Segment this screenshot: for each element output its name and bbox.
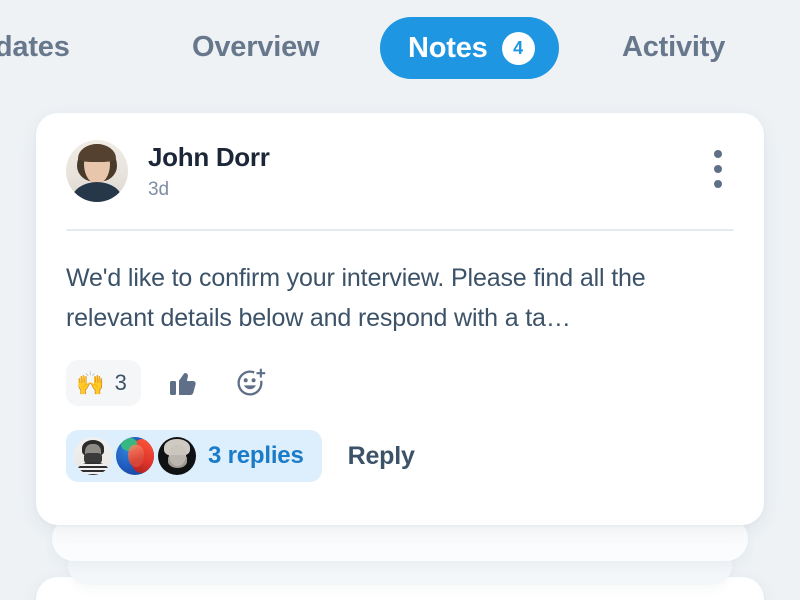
reply-button[interactable]: Reply — [348, 442, 415, 471]
avatar-shirt-shape — [77, 462, 109, 475]
tab-activity[interactable]: Activity — [622, 31, 725, 64]
raised-hands-emoji: 🙌 — [76, 369, 105, 396]
avatar-shirt-shape — [72, 182, 122, 202]
reaction-raised-hands[interactable]: 🙌 3 — [66, 360, 141, 406]
note-timestamp: 3d — [148, 178, 169, 200]
tab-overview[interactable]: Overview — [192, 31, 320, 64]
replies-row: 3 replies Reply — [36, 406, 764, 482]
author-block: John Dorr 3d — [148, 140, 270, 201]
add-reaction-icon[interactable] — [227, 360, 273, 406]
note-card: John Dorr 3d We'd like to confirm your i… — [36, 113, 764, 525]
avatar-reply-2 — [116, 437, 154, 475]
reaction-count: 3 — [114, 370, 127, 395]
avatar-fringe-shape — [78, 144, 116, 162]
reply-participants — [74, 437, 196, 475]
thumbs-up-icon[interactable] — [161, 360, 207, 406]
tab-bar: ndidates Overview Notes 4 Activity — [0, 0, 800, 96]
more-dot — [714, 180, 722, 188]
tab-candidates[interactable]: ndidates — [0, 31, 70, 64]
avatar-face-shape — [128, 445, 144, 467]
replies-count-label: 3 replies — [208, 442, 304, 469]
tab-notes[interactable]: Notes 4 — [380, 17, 559, 79]
more-dot — [714, 165, 722, 173]
more-vertical-icon[interactable] — [704, 147, 732, 191]
avatar-reply-1 — [74, 437, 112, 475]
avatar-john-dorr — [66, 140, 128, 202]
replies-button[interactable]: 3 replies — [66, 430, 322, 482]
note-card-header: John Dorr 3d — [36, 113, 764, 202]
reactions-row: 🙌 3 — [36, 338, 764, 406]
tab-notes-label: Notes — [408, 31, 488, 64]
avatar-reply-3 — [158, 437, 196, 475]
author-name: John Dorr — [148, 142, 270, 172]
note-body-text: We'd like to confirm your interview. Ple… — [66, 264, 646, 332]
more-dot — [714, 150, 722, 158]
tab-notes-badge: 4 — [501, 31, 535, 65]
avatar-beard-shape — [168, 455, 187, 468]
